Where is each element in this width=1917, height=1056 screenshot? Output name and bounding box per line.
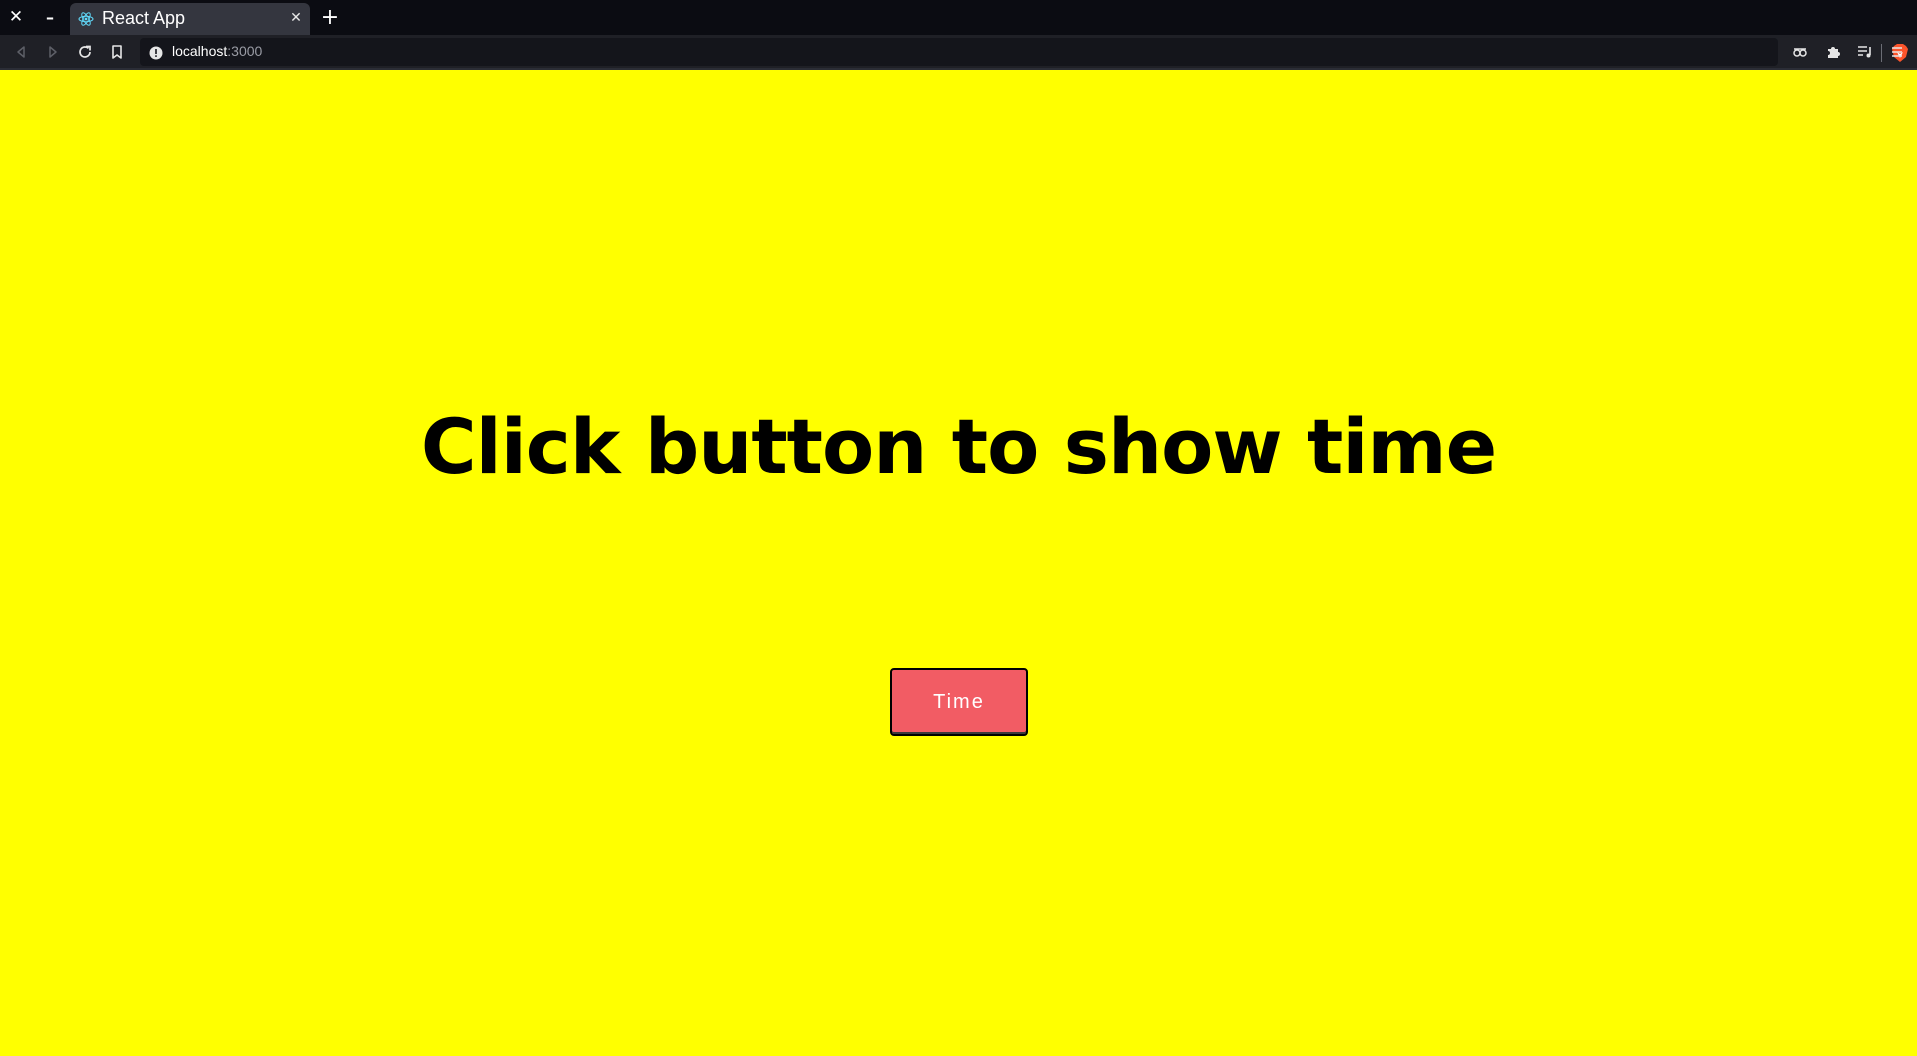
tab-close-icon[interactable]: ✕ [286,8,306,28]
new-tab-plus-icon[interactable]: + [318,5,342,30]
puzzle-icon[interactable] [1820,39,1846,65]
page-heading: Click button to show time [420,402,1497,491]
tab-title: React App [102,8,186,28]
tab-react-app[interactable]: React App ✕ [70,3,310,35]
browser-toolbar: localhost:3000 [0,35,1917,70]
tab-strip: ✕ – React App ✕ + [0,0,1917,35]
info-icon[interactable] [149,45,163,60]
browser-window: ✕ – React App ✕ + localhost:3000 Click b… [0,0,1917,1056]
playlist-icon[interactable] [1852,39,1878,65]
window-close-icon[interactable]: ✕ [3,4,29,30]
time-button[interactable]: Time [890,668,1028,736]
reload-icon[interactable] [72,39,98,65]
address-divider [1881,44,1882,62]
menu-icon[interactable] [1884,39,1910,65]
window-minimize-icon[interactable]: – [37,4,63,30]
address-url: localhost:3000 [172,43,262,59]
address-port: :3000 [227,43,263,59]
react-icon [78,11,94,27]
back-arrow-icon[interactable] [8,39,34,65]
page-content [0,70,1917,1056]
address-bar[interactable]: localhost:3000 [140,38,1908,66]
forward-arrow-icon[interactable] [40,39,66,65]
wallet-icon[interactable] [1787,39,1813,65]
bookmark-icon[interactable] [104,39,130,65]
address-host: localhost [172,43,228,59]
